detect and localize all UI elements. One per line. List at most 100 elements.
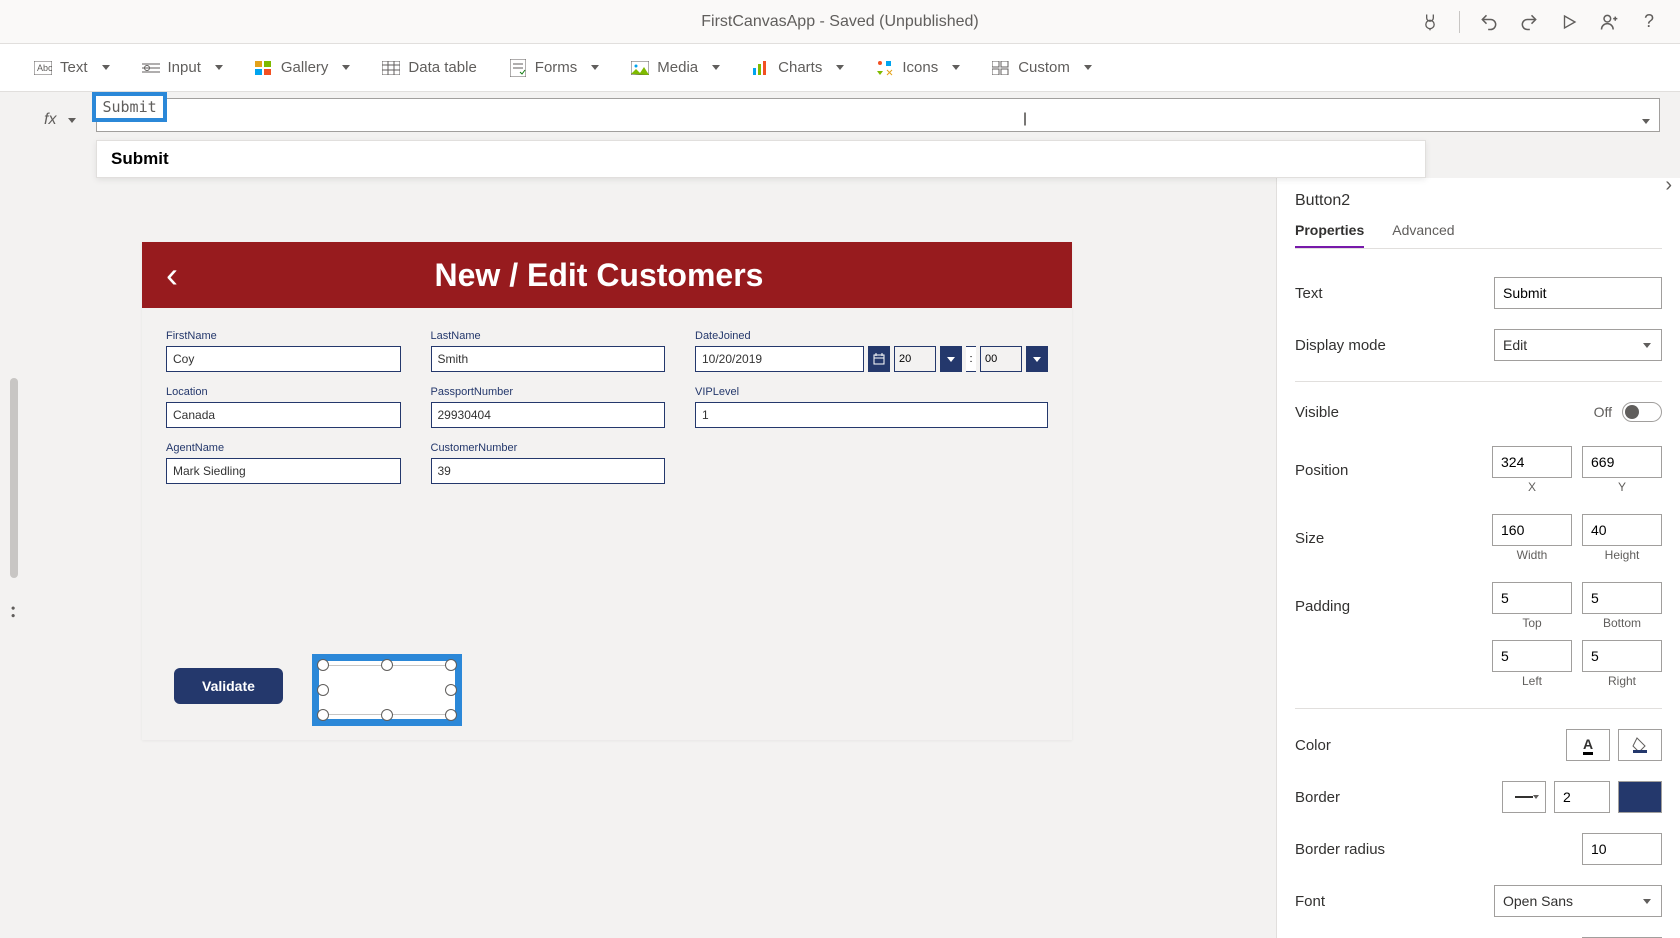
resize-handle[interactable]	[445, 709, 457, 721]
ribbon-label: Text	[60, 59, 88, 76]
field-label: DateJoined	[695, 324, 1048, 342]
date-row: 20 : 00	[695, 346, 1048, 372]
forms-icon	[509, 59, 527, 77]
border-style-select[interactable]	[1502, 781, 1546, 813]
position-pair: X Y	[1492, 446, 1662, 494]
play-icon[interactable]	[1558, 11, 1580, 33]
prop-label: Border radius	[1295, 841, 1385, 858]
validate-button[interactable]: Validate	[174, 668, 283, 704]
resize-handle[interactable]	[317, 709, 329, 721]
properties-expand-icon[interactable]: ›	[1665, 174, 1672, 197]
prop-label: Border	[1295, 789, 1340, 806]
padding-top-input[interactable]	[1492, 582, 1572, 614]
calendar-icon[interactable]	[868, 346, 890, 372]
prop-label: Font	[1295, 893, 1325, 910]
viplevel-input[interactable]	[695, 402, 1048, 428]
passport-input[interactable]	[431, 402, 666, 428]
tab-properties[interactable]: Properties	[1295, 222, 1364, 248]
app-title: FirstCanvasApp - Saved (Unpublished)	[701, 13, 978, 31]
resize-handle[interactable]	[445, 684, 457, 696]
position-y-input[interactable]	[1582, 446, 1662, 478]
formula-autocomplete-item[interactable]: Submit	[96, 140, 1426, 178]
field-label: FirstName	[166, 324, 401, 342]
tab-advanced[interactable]: Advanced	[1392, 222, 1454, 248]
autocomplete-text: Submit	[111, 149, 169, 168]
resize-handle[interactable]	[317, 684, 329, 696]
ribbon-label: Custom	[1018, 59, 1070, 76]
prop-row-fontsize: Font size	[1295, 927, 1662, 938]
selected-control-button2[interactable]	[312, 654, 462, 726]
text-input[interactable]	[1494, 277, 1662, 309]
sub-label: Right	[1608, 674, 1636, 688]
help-icon[interactable]: ?	[1638, 11, 1660, 33]
gallery-icon	[255, 59, 273, 77]
ribbon-forms[interactable]: Forms	[509, 59, 600, 77]
fill-color-button[interactable]	[1618, 729, 1662, 761]
field-label: Location	[166, 380, 401, 398]
prop-label: Padding	[1295, 598, 1350, 615]
app-checker-icon[interactable]	[1419, 11, 1441, 33]
font-select[interactable]: Open Sans	[1494, 885, 1662, 917]
share-icon[interactable]	[1598, 11, 1620, 33]
field-label: PassportNumber	[431, 380, 666, 398]
ribbon-gallery[interactable]: Gallery	[255, 59, 351, 77]
app-screen: ‹ New / Edit Customers FirstName LastNam…	[142, 242, 1072, 740]
resize-handle[interactable]	[317, 659, 329, 671]
canvas-area[interactable]: ‹ New / Edit Customers FirstName LastNam…	[0, 178, 1276, 938]
separator	[1459, 11, 1460, 33]
position-x-input[interactable]	[1492, 446, 1572, 478]
ribbon-label: Forms	[535, 59, 578, 76]
size-pair: Width Height	[1492, 514, 1662, 562]
insert-ribbon: Abc Text Input Gallery Data table Forms …	[0, 44, 1680, 92]
undo-icon[interactable]	[1478, 11, 1500, 33]
date-input[interactable]	[695, 346, 864, 372]
location-input[interactable]	[166, 402, 401, 428]
width-input[interactable]	[1492, 514, 1572, 546]
border-width-input[interactable]	[1554, 781, 1610, 813]
padding-left-input[interactable]	[1492, 640, 1572, 672]
border-controls	[1502, 781, 1662, 813]
minute-dropdown-icon[interactable]	[1026, 346, 1048, 372]
prop-row-font: Font Open Sans	[1295, 875, 1662, 927]
resize-handle[interactable]	[381, 709, 393, 721]
resize-handle[interactable]	[445, 659, 457, 671]
height-input[interactable]	[1582, 514, 1662, 546]
lastname-input[interactable]	[431, 346, 666, 372]
prop-label: Display mode	[1295, 337, 1386, 354]
fx-label[interactable]: fx	[34, 98, 86, 142]
ribbon-label: Charts	[778, 59, 822, 76]
ribbon-text[interactable]: Abc Text	[34, 59, 110, 77]
formula-expand-icon[interactable]	[1642, 111, 1650, 129]
agentname-input[interactable]	[166, 458, 401, 484]
font-color-button[interactable]: A	[1566, 729, 1610, 761]
ribbon-datatable[interactable]: Data table	[382, 59, 476, 77]
select-value: Open Sans	[1503, 893, 1573, 909]
ribbon-charts[interactable]: Charts	[752, 59, 844, 77]
hour-dropdown-icon[interactable]	[940, 346, 962, 372]
divider	[1295, 708, 1662, 709]
visible-toggle[interactable]	[1622, 402, 1662, 422]
displaymode-select[interactable]: Edit	[1494, 329, 1662, 361]
field-label: LastName	[431, 324, 666, 342]
ribbon-custom[interactable]: Custom	[992, 59, 1092, 77]
customernumber-input[interactable]	[431, 458, 666, 484]
prop-row-text: Text	[1295, 267, 1662, 319]
formula-input[interactable]	[96, 98, 1660, 132]
firstname-input[interactable]	[166, 346, 401, 372]
border-radius-input[interactable]	[1582, 833, 1662, 865]
prop-row-color: Color A	[1295, 719, 1662, 771]
formula-highlighted-text: Submit	[92, 92, 166, 122]
ribbon-input[interactable]: Input	[142, 59, 223, 77]
redo-icon[interactable]	[1518, 11, 1540, 33]
padding-bottom-input[interactable]	[1582, 582, 1662, 614]
ribbon-icons[interactable]: Icons	[876, 59, 960, 77]
border-color-button[interactable]	[1618, 781, 1662, 813]
main-area: • • › ‹ New / Edit Customers FirstName L…	[0, 178, 1680, 938]
resize-handle[interactable]	[381, 659, 393, 671]
prop-row-position: Position X Y	[1295, 432, 1662, 504]
padding-right-input[interactable]	[1582, 640, 1662, 672]
prop-row-border: Border	[1295, 771, 1662, 823]
ribbon-media[interactable]: Media	[631, 59, 720, 77]
screen-title: New / Edit Customers	[150, 257, 1048, 294]
field-lastname: LastName	[431, 324, 666, 372]
